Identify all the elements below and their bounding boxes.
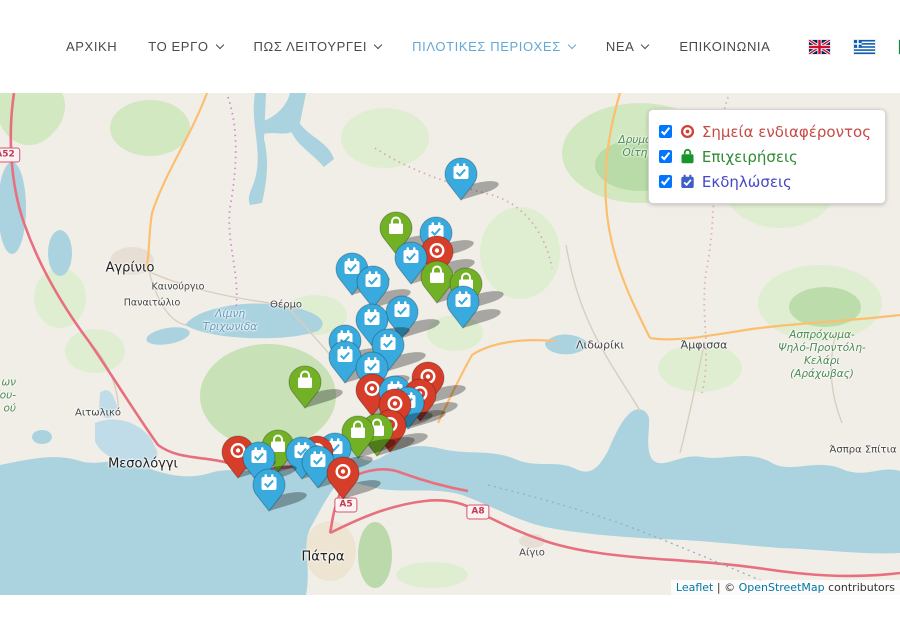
nav-item-6[interactable]: ΕΠΙΚΟΙΝΩΝΙΑ [679,39,770,54]
language-switcher [809,40,900,54]
map-legend: Σημεία ενδιαφέροντος Επιχειρήσεις Εκδηλώσε… [648,109,886,204]
legend-label: Σημεία ενδιαφέροντος [702,123,871,141]
chevron-down-icon [215,41,223,49]
legend-label: Εκδηλώσεις [702,173,792,191]
chevron-down-icon [568,41,576,49]
chevron-down-icon [641,41,649,49]
map-marker-poi[interactable] [326,456,386,504]
nav-item-label: ΤΟ ΕΡΓΟ [148,39,208,54]
map-marker-event[interactable] [444,157,504,205]
uk-flag-icon[interactable] [809,40,830,54]
leaflet-link[interactable]: Leaflet [676,581,713,594]
nav-item-1[interactable]: ΑΡΧΙΚΗ [66,39,117,54]
legend-row-poi[interactable]: Σημεία ενδιαφέροντος [659,119,871,144]
bag-icon [679,148,696,165]
legend-row-business[interactable]: Επιχειρήσεις [659,144,871,169]
map-marker-business[interactable] [288,365,348,413]
nav-item-label: ΕΠΙΚΟΙΝΩΝΙΑ [679,39,770,54]
top-navigation: ΑΡΧΙΚΗ ΤΟ ΕΡΓΟ ΠΩΣ ΛΕΙΤΟΥΡΓΕΙ ΠΙΛΟΤΙΚΕΣ ΠΕΡ… [0,0,900,93]
nav-item-label: ΝΕΑ [606,39,635,54]
attribution-suffix: contributors [825,581,895,594]
greece-flag-icon[interactable] [854,40,875,54]
calendar-icon [679,173,696,190]
attribution-copyright: © [724,581,739,594]
nav-item-2[interactable]: ΤΟ ΕΡΓΟ [148,39,222,54]
target-icon [679,123,696,140]
chevron-down-icon [374,41,382,49]
nav-item-label: ΑΡΧΙΚΗ [66,39,117,54]
map-attribution: Leaflet | © OpenStreetMap contributors [671,580,900,595]
legend-label: Επιχειρήσεις [702,148,798,166]
nav-item-label: ΠΩΣ ΛΕΙΤΟΥΡΓΕΙ [254,39,368,54]
legend-checkbox-poi[interactable] [659,125,672,138]
legend-checkbox-business[interactable] [659,150,672,163]
nav-item-label: ΠΙΛΟΤΙΚΕΣ ΠΕΡΙΟΧΕΣ [412,39,561,54]
legend-checkbox-event[interactable] [659,175,672,188]
map-canvas[interactable]: ΑγρίνιοΚαινούργιοΠαναιτώλιοΘέρμοΑιτωλικό… [0,93,900,595]
osm-link[interactable]: OpenStreetMap [739,581,825,594]
nav-item-5[interactable]: ΝΕΑ [606,39,649,54]
legend-row-event[interactable]: Εκδηλώσεις [659,169,871,194]
map-marker-event[interactable] [252,468,312,516]
nav-item-4[interactable]: ΠΙΛΟΤΙΚΕΣ ΠΕΡΙΟΧΕΣ [412,39,575,54]
nav-menu: ΑΡΧΙΚΗ ΤΟ ΕΡΓΟ ΠΩΣ ΛΕΙΤΟΥΡΓΕΙ ΠΙΛΟΤΙΚΕΣ ΠΕΡ… [66,39,801,54]
nav-item-3[interactable]: ΠΩΣ ΛΕΙΤΟΥΡΓΕΙ [254,39,382,54]
map-marker-event[interactable] [446,285,506,333]
attribution-separator: | [713,581,724,594]
